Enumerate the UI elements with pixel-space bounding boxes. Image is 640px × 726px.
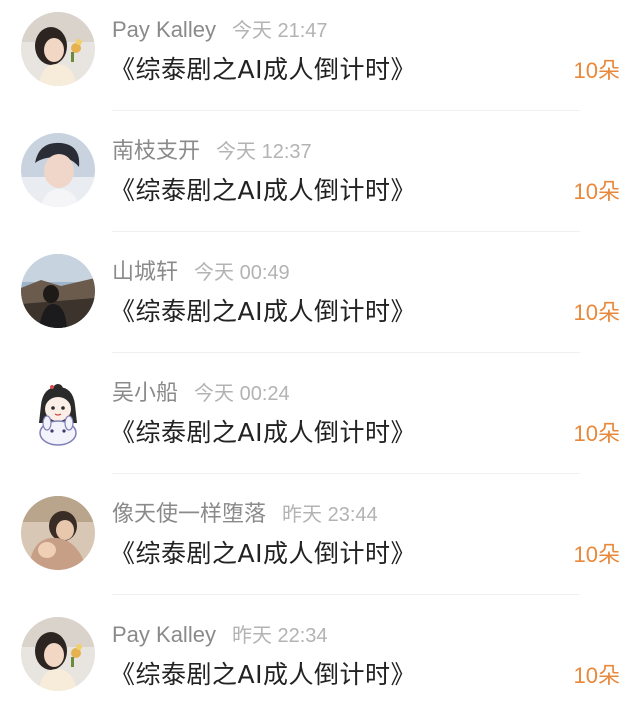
list-item[interactable]: 南枝支开 今天 12:37 《综泰剧之AI成人倒计时》 10朵 [0,121,640,242]
divider [112,110,580,111]
username[interactable]: 像天使一样堕落 [112,501,266,526]
work-title[interactable]: 《综泰剧之AI成人倒计时》 [110,417,416,449]
comment-meta: 吴小船 今天 00:24 [112,378,290,408]
list-item[interactable]: Pay Kalley 昨天 22:34 《综泰剧之AI成人倒计时》 10朵 [0,605,640,726]
avatar[interactable] [21,617,95,691]
work-title[interactable]: 《综泰剧之AI成人倒计时》 [110,538,416,570]
gift-count: 10朵 [573,179,620,204]
avatar[interactable] [21,133,95,207]
list-item[interactable]: 山城轩 今天 00:49 《综泰剧之AI成人倒计时》 10朵 [0,242,640,363]
gift-count: 10朵 [573,421,620,446]
comment-meta: Pay Kalley 昨天 22:34 [112,620,328,650]
avatar[interactable] [21,375,95,449]
divider [112,352,580,353]
comment-meta: 南枝支开 今天 12:37 [112,136,312,166]
gift-count: 10朵 [573,300,620,325]
timestamp: 今天 21:47 [231,20,328,42]
avatar[interactable] [21,254,95,328]
work-title[interactable]: 《综泰剧之AI成人倒计时》 [110,54,416,86]
avatar[interactable] [21,12,95,86]
username[interactable]: 山城轩 [112,259,178,284]
username[interactable]: 南枝支开 [112,138,200,163]
comment-list: Pay Kalley 今天 21:47 《综泰剧之AI成人倒计时》 10朵 南枝支… [0,0,640,720]
comment-meta: 像天使一样堕落 昨天 23:44 [112,499,378,529]
username[interactable]: Pay Kalley [112,17,216,42]
timestamp: 昨天 23:44 [282,504,378,526]
divider [112,473,580,474]
list-item[interactable]: 像天使一样堕落 昨天 23:44 《综泰剧之AI成人倒计时》 10朵 [0,484,640,605]
timestamp: 今天 00:24 [194,383,290,405]
username[interactable]: 吴小船 [112,380,178,405]
timestamp: 昨天 22:34 [231,625,328,647]
work-title[interactable]: 《综泰剧之AI成人倒计时》 [110,296,416,328]
timestamp: 今天 00:49 [194,262,290,284]
gift-count: 10朵 [573,542,620,567]
username[interactable]: Pay Kalley [112,622,216,647]
divider [112,231,580,232]
comment-meta: Pay Kalley 今天 21:47 [112,15,328,45]
work-title[interactable]: 《综泰剧之AI成人倒计时》 [110,175,416,207]
timestamp: 今天 12:37 [216,141,312,163]
comment-meta: 山城轩 今天 00:49 [112,257,290,287]
divider [112,594,580,595]
avatar[interactable] [21,496,95,570]
list-item[interactable]: 吴小船 今天 00:24 《综泰剧之AI成人倒计时》 10朵 [0,363,640,484]
gift-count: 10朵 [573,58,620,83]
work-title[interactable]: 《综泰剧之AI成人倒计时》 [110,659,416,691]
list-item[interactable]: Pay Kalley 今天 21:47 《综泰剧之AI成人倒计时》 10朵 [0,0,640,121]
gift-count: 10朵 [573,663,620,688]
